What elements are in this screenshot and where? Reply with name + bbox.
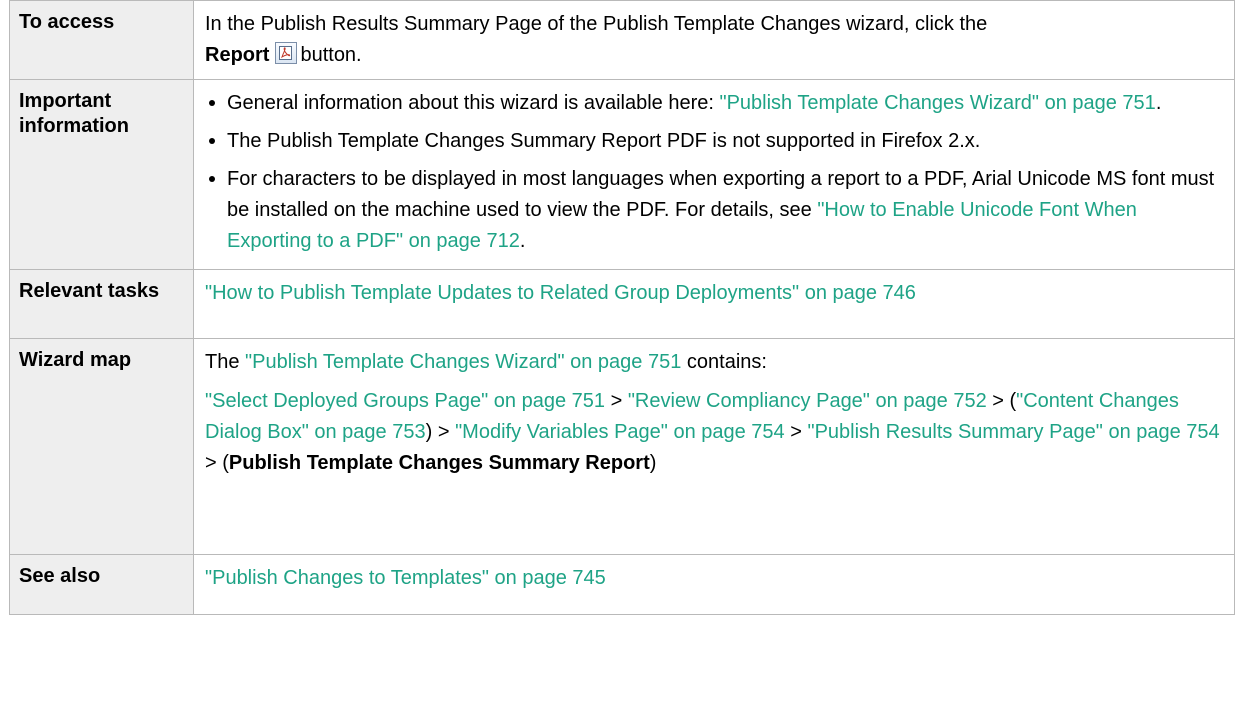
separator: > ( xyxy=(205,452,229,474)
row-label: Wizard map xyxy=(9,338,194,555)
link-publish-template-updates[interactable]: "How to Publish Template Updates to Rela… xyxy=(205,282,916,304)
bullet-icon xyxy=(209,138,215,144)
row-label: Relevant tasks xyxy=(9,269,194,339)
separator: ) xyxy=(649,452,657,474)
link-modify-variables[interactable]: "Modify Variables Page" on page 754 xyxy=(455,421,785,443)
row-label: See also xyxy=(9,554,194,615)
access-text-after: button. xyxy=(300,44,362,66)
access-text: In the Publish Results Summary Page of t… xyxy=(205,13,988,35)
link-publish-template-changes-wizard[interactable]: "Publish Template Changes Wizard" on pag… xyxy=(245,351,681,373)
row-label: Important information xyxy=(9,79,194,270)
pdf-report-icon xyxy=(275,42,298,64)
row-to-access: To access In the Publish Results Summary… xyxy=(9,0,1235,80)
list-item: General information about this wizard is… xyxy=(205,88,1224,119)
link-publish-results-summary[interactable]: "Publish Results Summary Page" on page 7… xyxy=(807,421,1219,443)
link-select-deployed-groups[interactable]: "Select Deployed Groups Page" on page 75… xyxy=(205,390,605,412)
bullet-text: The Publish Template Changes Summary Rep… xyxy=(227,130,981,152)
row-content: "Publish Changes to Templates" on page 7… xyxy=(193,554,1235,615)
row-content: General information about this wizard is… xyxy=(193,79,1235,270)
list-item: The Publish Template Changes Summary Rep… xyxy=(205,126,1224,157)
link-publish-changes-to-templates[interactable]: "Publish Changes to Templates" on page 7… xyxy=(205,567,606,589)
bullet-text: General information about this wizard is… xyxy=(227,92,720,114)
row-label: To access xyxy=(9,0,194,80)
text: The xyxy=(205,351,246,373)
bullet-icon xyxy=(209,176,215,182)
bullet-text-after: . xyxy=(1155,92,1162,114)
wizard-map-sequence: "Select Deployed Groups Page" on page 75… xyxy=(205,386,1224,479)
row-content: "How to Publish Template Updates to Rela… xyxy=(193,269,1235,339)
report-label: Report xyxy=(205,44,270,66)
link-publish-template-changes-wizard[interactable]: "Publish Template Changes Wizard" on pag… xyxy=(719,92,1155,114)
row-see-also: See also "Publish Changes to Templates" … xyxy=(9,554,1235,615)
bullet-icon xyxy=(209,100,215,106)
row-important-information: Important information General informatio… xyxy=(9,79,1235,270)
separator: > xyxy=(605,390,628,412)
separator: > xyxy=(784,421,808,443)
separator: > ( xyxy=(986,390,1017,412)
wizard-intro: The "Publish Template Changes Wizard" on… xyxy=(205,347,1224,378)
list-item: For characters to be displayed in most l… xyxy=(205,164,1224,257)
text: contains: xyxy=(681,351,767,373)
link-review-compliancy[interactable]: "Review Compliancy Page" on page 752 xyxy=(628,390,987,412)
current-page-label: Publish Template Changes Summary Report xyxy=(228,452,650,474)
row-relevant-tasks: Relevant tasks "How to Publish Template … xyxy=(9,269,1235,339)
info-bullet-list: General information about this wizard is… xyxy=(205,88,1224,257)
row-wizard-map: Wizard map The "Publish Template Changes… xyxy=(9,338,1235,555)
row-content: The "Publish Template Changes Wizard" on… xyxy=(193,338,1235,555)
row-content: In the Publish Results Summary Page of t… xyxy=(193,0,1235,80)
bullet-text-after: . xyxy=(519,230,526,252)
separator: ) > xyxy=(425,421,456,443)
reference-table: To access In the Publish Results Summary… xyxy=(9,0,1235,615)
